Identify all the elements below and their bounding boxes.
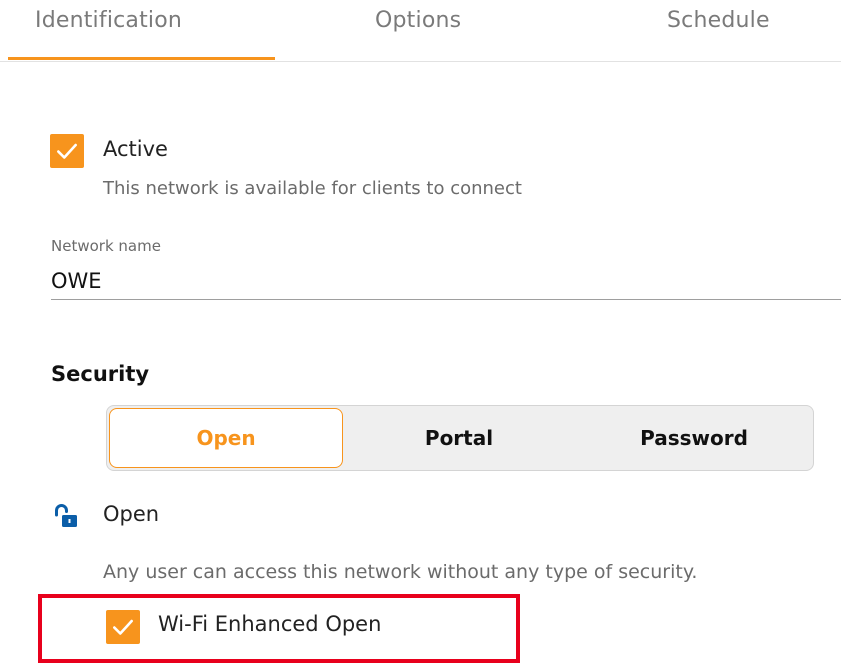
security-heading: Security — [51, 362, 150, 386]
security-mode-title: Open — [103, 502, 160, 526]
wifi-enhanced-open-checkbox[interactable] — [106, 610, 140, 644]
active-tab-indicator — [8, 57, 275, 60]
security-segmented-control: Portal Password Open — [106, 405, 814, 471]
security-option-open[interactable]: Open — [109, 408, 343, 468]
tab-identification[interactable]: Identification — [35, 8, 182, 33]
checkmark-icon — [57, 143, 77, 159]
active-checkbox[interactable] — [50, 134, 84, 168]
security-option-portal[interactable]: Portal — [343, 406, 575, 470]
unlock-icon — [55, 504, 77, 527]
security-option-password[interactable]: Password — [575, 406, 813, 470]
tab-options[interactable]: Options — [375, 8, 461, 33]
active-label: Active — [103, 137, 168, 161]
security-mode-description: Any user can access this network without… — [103, 561, 698, 583]
checkmark-icon — [113, 619, 133, 635]
tab-bar: Identification Options Schedule — [0, 0, 841, 62]
network-name-field[interactable] — [51, 266, 841, 300]
network-settings-page: Identification Options Schedule Active T… — [0, 0, 841, 667]
network-name-label: Network name — [51, 237, 161, 255]
active-description: This network is available for clients to… — [103, 178, 522, 199]
tab-schedule[interactable]: Schedule — [667, 8, 770, 33]
wifi-enhanced-open-label: Wi-Fi Enhanced Open — [158, 612, 382, 636]
